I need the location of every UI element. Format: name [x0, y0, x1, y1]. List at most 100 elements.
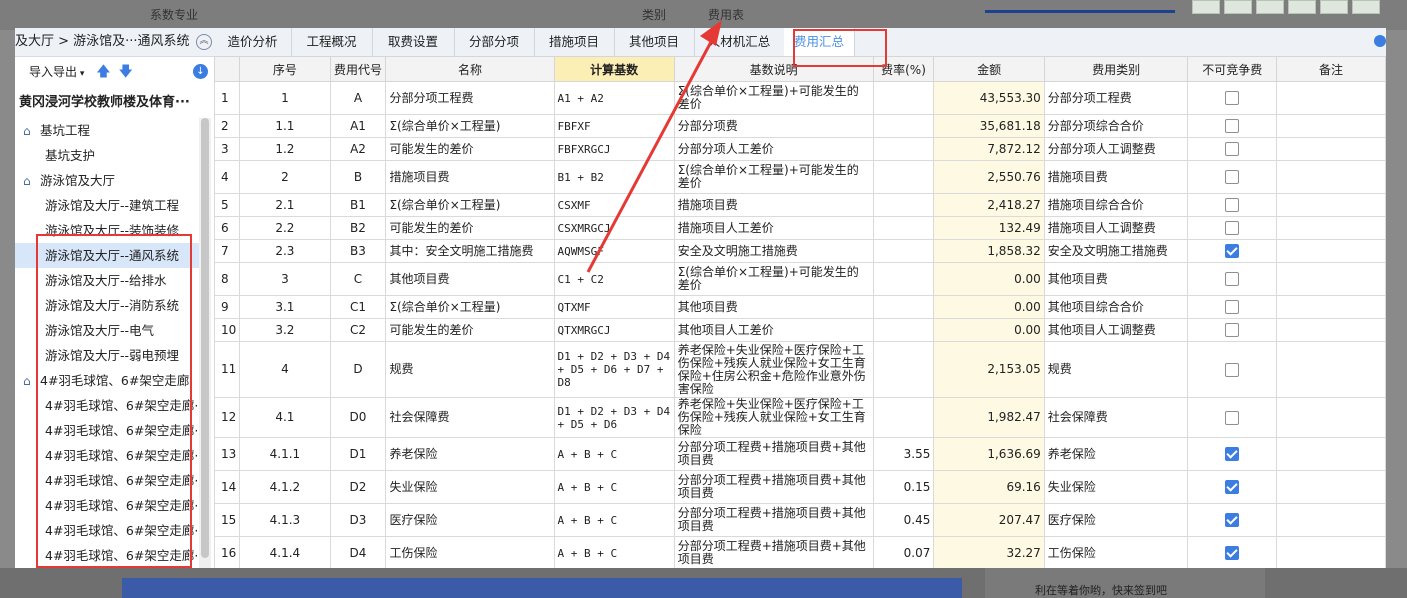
non-competitive-checkbox[interactable] — [1225, 300, 1240, 314]
table-cell[interactable]: D2 — [329, 470, 387, 504]
non-competitive-checkbox[interactable] — [1225, 323, 1240, 337]
table-cell[interactable]: 失业保险 — [385, 470, 555, 504]
non-competitive-checkbox[interactable] — [1225, 142, 1240, 156]
column-header[interactable]: 金额 — [933, 56, 1045, 82]
table-cell[interactable]: 4.1.2 — [239, 470, 331, 504]
table-cell[interactable]: 2.3 — [239, 239, 331, 263]
table-cell[interactable]: 0.45 — [872, 503, 935, 537]
table-row[interactable]: 12 4.1 D0 社会保障费 D1 + D2 + D3 + D4 + D5 + D6 养… — [214, 397, 1386, 438]
table-row[interactable]: 6 2.2 B2 可能发生的差价 CSXMRGCJ 措施项目人工差价 132.49 措施项目人… — [214, 216, 1386, 240]
column-header[interactable] — [214, 56, 241, 82]
table-cell[interactable]: 2 — [214, 114, 241, 138]
table-cell[interactable]: 207.47 — [933, 503, 1045, 537]
table-cell[interactable]: 养老保险+失业保险+医疗保险+工伤保险+残疾人就业保险+女工生育保险 — [673, 397, 874, 438]
table-cell[interactable]: 工伤保险 — [385, 536, 555, 568]
non-competitive-checkbox[interactable] — [1225, 546, 1240, 560]
table-row[interactable]: 9 3.1 C1 Σ(综合单价×工程量) QTXMF 其他项目费 0.00 其他项目综合合价 — [214, 295, 1386, 319]
table-cell[interactable]: 规费 — [385, 341, 555, 398]
table-cell[interactable]: 4 — [239, 341, 331, 398]
table-cell[interactable]: 0.07 — [872, 536, 935, 568]
table-cell[interactable]: 分部分项工程费+措施项目费+其他项目费 — [673, 437, 874, 471]
table-cell[interactable]: 8 — [214, 262, 241, 296]
table-cell[interactable]: 1.2 — [239, 137, 331, 161]
column-header[interactable]: 名称 — [385, 56, 555, 82]
table-cell[interactable] — [872, 239, 935, 263]
table-cell[interactable]: 措施项目费 — [1043, 160, 1189, 194]
table-cell[interactable]: 医疗保险 — [1043, 503, 1189, 537]
tree-item[interactable]: ⌂ 游泳馆及大厅 — [15, 168, 199, 193]
table-cell[interactable]: A1 — [329, 114, 387, 138]
table-cell[interactable]: D0 — [329, 397, 387, 438]
table-cell[interactable]: 分部分项费 — [673, 114, 874, 138]
table-cell[interactable]: 0.15 — [872, 470, 935, 504]
table-cell[interactable]: 3 — [239, 262, 331, 296]
tab-4[interactable]: 分部分项 — [454, 28, 535, 56]
table-cell[interactable]: 4.1.3 — [239, 503, 331, 537]
table-cell[interactable]: 可能发生的差价 — [385, 137, 555, 161]
table-cell[interactable]: Σ(综合单价×工程量)+可能发生的差价 — [673, 262, 874, 296]
tree-item[interactable]: 游泳馆及大厅--建筑工程 — [15, 193, 199, 218]
table-cell[interactable]: 3 — [214, 137, 241, 161]
table-cell[interactable]: FBFXF — [553, 114, 675, 138]
tab-2[interactable]: 工程概况 — [291, 28, 373, 56]
table-cell[interactable]: 措施项目人工调整费 — [1043, 216, 1189, 240]
table-cell[interactable]: D3 — [329, 503, 387, 537]
table-row[interactable]: 11 4 D 规费 D1 + D2 + D3 + D4 + D5 + D6 + D7 +… — [214, 341, 1386, 398]
table-cell[interactable]: 5 — [214, 193, 241, 217]
table-cell[interactable]: 分部分项综合合价 — [1043, 114, 1189, 138]
table-cell[interactable]: 医疗保险 — [385, 503, 555, 537]
table-cell[interactable]: 15 — [214, 503, 241, 537]
remark-cell[interactable] — [1276, 137, 1386, 161]
table-cell[interactable]: D1 — [329, 437, 387, 471]
remark-cell[interactable] — [1276, 470, 1386, 504]
non-competitive-checkbox[interactable] — [1225, 91, 1240, 105]
table-cell[interactable]: CSXMRGCJ — [553, 216, 675, 240]
table-cell[interactable]: 分部分项工程费 — [385, 81, 555, 115]
table-cell[interactable]: 措施项目费 — [673, 193, 874, 217]
tab-7[interactable]: 人材机汇总 — [694, 28, 785, 56]
table-cell[interactable]: D4 — [329, 536, 387, 568]
table-row[interactable]: 5 2.1 B1 Σ(综合单价×工程量) CSXMF 措施项目费 2,418.27 措施项目综… — [214, 193, 1386, 217]
non-competitive-checkbox[interactable] — [1225, 170, 1240, 184]
table-cell[interactable] — [872, 397, 935, 438]
table-cell[interactable]: 12 — [214, 397, 241, 438]
table-cell[interactable] — [872, 295, 935, 319]
non-competitive-checkbox[interactable] — [1225, 513, 1240, 527]
table-row[interactable]: 4 2 B 措施项目费 B1 + B2 Σ(综合单价×工程量)+可能发生的差价 2,550.… — [214, 160, 1386, 194]
table-cell[interactable] — [872, 193, 935, 217]
column-header[interactable]: 费用代号 — [329, 56, 387, 82]
table-cell[interactable]: D1 + D2 + D3 + D4 + D5 + D6 — [553, 397, 675, 438]
column-header[interactable]: 费用类别 — [1043, 56, 1189, 82]
table-cell[interactable]: B3 — [329, 239, 387, 263]
table-cell[interactable]: 措施项目费 — [385, 160, 555, 194]
table-cell[interactable]: 其他项目费 — [1043, 262, 1189, 296]
table-cell[interactable]: D1 + D2 + D3 + D4 + D5 + D6 + D7 + D8 — [553, 341, 675, 398]
table-cell[interactable] — [872, 160, 935, 194]
table-cell[interactable]: B1 + B2 — [553, 160, 675, 194]
table-cell[interactable]: 7,872.12 — [933, 137, 1045, 161]
tree-scrollbar[interactable] — [199, 118, 211, 568]
table-cell[interactable] — [872, 318, 935, 342]
column-header[interactable]: 序号 — [239, 56, 331, 82]
table-cell[interactable]: C2 — [329, 318, 387, 342]
column-header[interactable]: 备注 — [1276, 56, 1386, 82]
table-cell[interactable]: C1 — [329, 295, 387, 319]
table-cell[interactable]: 4.1.4 — [239, 536, 331, 568]
table-cell[interactable]: 2.1 — [239, 193, 331, 217]
table-cell[interactable]: 养老保险 — [1043, 437, 1189, 471]
table-cell[interactable] — [872, 137, 935, 161]
table-cell[interactable]: QTXMRGCJ — [553, 318, 675, 342]
table-cell[interactable]: 1 — [214, 81, 241, 115]
non-competitive-checkbox[interactable] — [1225, 480, 1240, 494]
table-cell[interactable]: 35,681.18 — [933, 114, 1045, 138]
tab-8[interactable]: 费用汇总 — [784, 28, 855, 56]
table-cell[interactable] — [872, 216, 935, 240]
table-cell[interactable]: 其他项目人工调整费 — [1043, 318, 1189, 342]
table-cell[interactable]: AQWMSGF — [553, 239, 675, 263]
collapse-icon[interactable]: ︽ — [196, 34, 212, 50]
remark-cell[interactable] — [1276, 536, 1386, 568]
table-cell[interactable]: C — [329, 262, 387, 296]
table-cell[interactable]: 6 — [214, 216, 241, 240]
table-cell[interactable]: 其中：安全文明施工措施费 — [385, 239, 555, 263]
table-row[interactable]: 14 4.1.2 D2 失业保险 A + B + C 分部分项工程费+措施项目费+其他项目… — [214, 470, 1386, 504]
